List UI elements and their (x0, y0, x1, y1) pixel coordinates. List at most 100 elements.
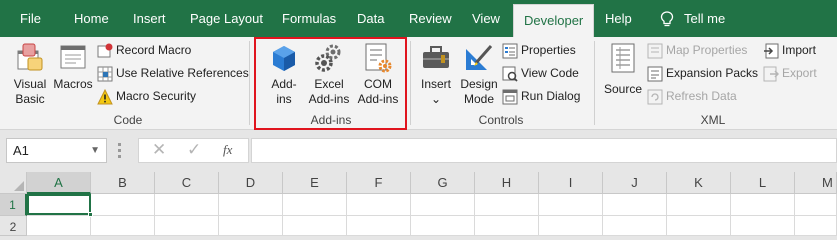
cell-b2[interactable] (91, 216, 155, 236)
properties-icon (502, 43, 518, 59)
chevron-down-icon[interactable]: ▼ (90, 139, 100, 162)
tab-review[interactable]: Review (409, 0, 452, 37)
cell-m1[interactable] (795, 194, 837, 216)
cell-h2[interactable] (475, 216, 539, 236)
cell-j2[interactable] (603, 216, 667, 236)
cell-f1[interactable] (347, 194, 411, 216)
cell-a2[interactable] (27, 216, 91, 236)
insert-function-icon[interactable]: fx (223, 142, 232, 158)
cell-e1[interactable] (283, 194, 347, 216)
add-ins-cube-icon (273, 46, 295, 71)
cell-d1[interactable] (219, 194, 283, 216)
column-header-h[interactable]: H (475, 172, 539, 194)
group-separator (249, 41, 250, 125)
tab-file[interactable]: File (20, 0, 41, 37)
properties-label: Properties (521, 43, 576, 57)
tab-help[interactable]: Help (605, 0, 632, 37)
visual-basic-button[interactable]: Visual Basic (8, 41, 52, 107)
design-mode-label-2: Mode (463, 92, 495, 106)
import-label: Import (782, 43, 817, 57)
export-label: Export (782, 66, 817, 80)
macros-button[interactable]: Macros (52, 41, 94, 92)
refresh-data-button[interactable]: Refresh Data (647, 86, 737, 106)
map-properties-button[interactable]: Map Properties (647, 40, 747, 60)
column-header-i[interactable]: I (539, 172, 603, 194)
tell-me-search[interactable]: Tell me (684, 0, 725, 37)
excel-add-ins-button[interactable]: Excel Add-ins (304, 41, 354, 107)
cell-b1[interactable] (91, 194, 155, 216)
cell-i1[interactable] (539, 194, 603, 216)
run-dialog-button[interactable]: Run Dialog (502, 86, 580, 106)
select-all-corner[interactable] (0, 172, 27, 194)
ribbon-tab-bar: File Home Insert Page Layout Formulas Da… (0, 0, 837, 37)
tab-insert[interactable]: Insert (133, 0, 166, 37)
tab-home[interactable]: Home (74, 0, 109, 37)
cell-c2[interactable] (155, 216, 219, 236)
column-header-c[interactable]: C (155, 172, 219, 194)
add-ins-label-2: ins (276, 92, 292, 106)
cell-g1[interactable] (411, 194, 475, 216)
expansion-packs-button[interactable]: Expansion Packs (647, 63, 758, 83)
cell-c1[interactable] (155, 194, 219, 216)
resize-handle[interactable] (118, 143, 121, 158)
cell-e2[interactable] (283, 216, 347, 236)
column-header-f[interactable]: F (347, 172, 411, 194)
tab-page-layout[interactable]: Page Layout (190, 0, 263, 37)
cell-m2[interactable] (795, 216, 837, 236)
column-header-d[interactable]: D (219, 172, 283, 194)
design-mode-button[interactable]: Design Mode (458, 41, 500, 107)
properties-button[interactable]: Properties (502, 40, 576, 60)
cell-g2[interactable] (411, 216, 475, 236)
name-box[interactable]: A1 ▼ (6, 138, 107, 163)
toolbox-icon (423, 46, 449, 68)
cancel-icon[interactable]: ✕ (152, 140, 166, 160)
formula-buttons: ✕ ✓ fx (138, 138, 249, 163)
cell-k1[interactable] (667, 194, 731, 216)
record-macro-button[interactable]: Record Macro (97, 40, 191, 60)
design-mode-label-1: Design (460, 77, 498, 91)
column-header-a[interactable]: A (27, 172, 91, 194)
tab-data[interactable]: Data (357, 0, 384, 37)
export-icon (763, 66, 779, 82)
column-header-k[interactable]: K (667, 172, 731, 194)
enter-check-icon[interactable]: ✓ (187, 140, 201, 160)
code-group-label: Code (113, 113, 143, 127)
refresh-icon (647, 89, 663, 105)
cell-l2[interactable] (731, 216, 795, 236)
cell-l1[interactable] (731, 194, 795, 216)
cell-h1[interactable] (475, 194, 539, 216)
cell-k2[interactable] (667, 216, 731, 236)
column-header-j[interactable]: J (603, 172, 667, 194)
use-relative-references-button[interactable]: Use Relative References (97, 63, 249, 83)
macros-icon (60, 45, 86, 69)
tab-developer[interactable]: Developer (513, 4, 595, 37)
cell-i2[interactable] (539, 216, 603, 236)
xml-source-button[interactable]: Source (602, 41, 644, 97)
formula-input[interactable] (251, 138, 837, 163)
tab-view[interactable]: View (472, 0, 500, 37)
column-header-e[interactable]: E (283, 172, 347, 194)
tab-formulas[interactable]: Formulas (282, 0, 336, 37)
column-header-g[interactable]: G (411, 172, 475, 194)
cell-j1[interactable] (603, 194, 667, 216)
visual-basic-label-1: Visual (13, 77, 47, 91)
view-code-button[interactable]: View Code (502, 63, 579, 83)
add-ins-button[interactable]: Add- ins (264, 41, 304, 107)
cell-f2[interactable] (347, 216, 411, 236)
column-header-b[interactable]: B (91, 172, 155, 194)
cell-d2[interactable] (219, 216, 283, 236)
fill-handle[interactable] (88, 212, 93, 217)
row-header-2[interactable]: 2 (0, 216, 27, 236)
source-label: Source (603, 82, 643, 96)
export-button[interactable]: Export (763, 63, 817, 83)
column-header-m[interactable]: M (795, 172, 837, 194)
group-separator (594, 41, 595, 125)
import-button[interactable]: Import (763, 40, 816, 60)
row-header-1[interactable]: 1 (0, 194, 27, 216)
insert-label: Insert (420, 77, 451, 91)
com-add-ins-button[interactable]: COM Add-ins (353, 41, 403, 107)
add-ins-group-label: Add-ins (310, 113, 352, 127)
macro-security-button[interactable]: Macro Security (97, 86, 196, 106)
column-header-l[interactable]: L (731, 172, 795, 194)
insert-controls-button[interactable]: Insert ⌄ (416, 41, 456, 107)
